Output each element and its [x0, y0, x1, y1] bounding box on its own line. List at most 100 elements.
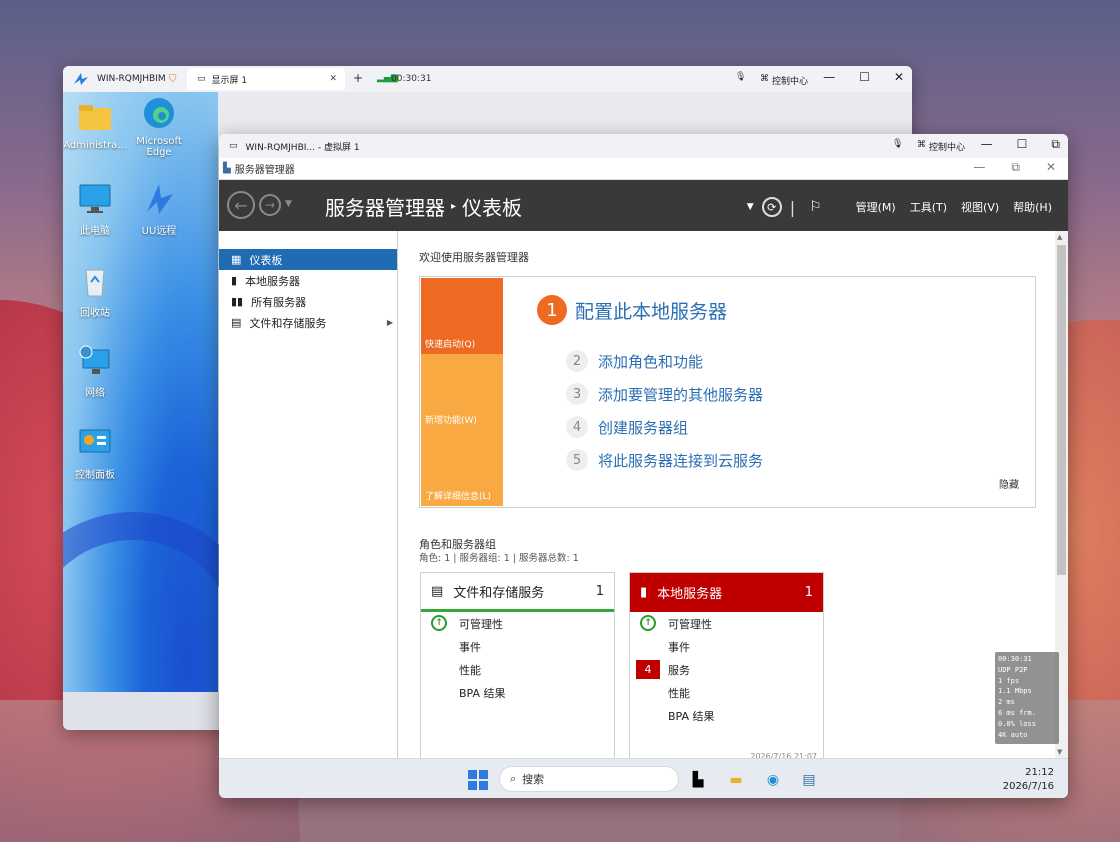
sidebar-item-local-server[interactable]: ▮ 本地服务器 — [219, 270, 397, 291]
task-view-icon[interactable]: ▙ — [687, 769, 709, 791]
step-link[interactable]: 添加要管理的其他服务器 — [598, 384, 763, 405]
role-card-count: 1 — [804, 585, 813, 600]
row-bpa[interactable]: BPA 结果 — [630, 704, 823, 727]
inner-window-title: WIN-RQMJHBI... - 虚拟屏 1 — [245, 142, 360, 153]
back-arrow-icon[interactable]: ← — [227, 191, 255, 219]
desktop-icon-control-panel[interactable]: 控制面板 — [63, 426, 127, 481]
sidebar-item-file-storage[interactable]: ▤ 文件和存储服务 ▶ — [219, 312, 397, 333]
step-link[interactable]: 添加角色和功能 — [598, 351, 703, 372]
mic-muted-icon[interactable]: 🎙︎ — [735, 72, 746, 82]
scrollbar-thumb[interactable] — [1057, 245, 1066, 575]
step-link[interactable]: 创建服务器组 — [598, 417, 688, 438]
add-tab-button[interactable]: + — [353, 71, 363, 85]
menu-tools[interactable]: 工具(T) — [910, 199, 947, 215]
history-dropdown-icon[interactable]: ▼ — [285, 199, 292, 209]
server-manager-taskbar-icon[interactable]: ▤ — [798, 769, 820, 791]
monitor-icon: ▭ — [229, 141, 238, 151]
stat-line: 6 ms frm. — [998, 708, 1036, 717]
desktop-icon-admin-folder[interactable]: Administra... — [63, 100, 127, 151]
dashboard-icon: ▦ — [231, 253, 242, 266]
step-connect-cloud[interactable]: 5 将此服务器连接到云服务 — [566, 449, 763, 471]
edge-icon[interactable]: ◉ — [762, 769, 784, 791]
sm-close-button[interactable]: ✕ — [1046, 160, 1056, 175]
step-link[interactable]: 将此服务器连接到云服务 — [598, 450, 763, 471]
step-add-servers[interactable]: 3 添加要管理的其他服务器 — [566, 383, 763, 405]
step-number: 4 — [566, 416, 588, 438]
file-explorer-icon[interactable]: ▬ — [725, 769, 747, 791]
desktop-icon-network[interactable]: 网络 — [63, 344, 127, 399]
role-card-file-storage[interactable]: ▤ 文件和存储服务 1 ↑ 可管理性 事件 性能 BPA 结果 — [420, 572, 615, 762]
computer-icon — [79, 184, 111, 213]
desktop-icon-edge[interactable]: Microsoft Edge — [127, 96, 191, 158]
row-performance[interactable]: 性能 — [421, 658, 614, 681]
breadcrumb: 服务器管理器 ▸ 仪表板 — [325, 192, 522, 221]
notification-flag-icon[interactable]: ⚐ — [809, 199, 822, 215]
control-center-button[interactable]: ⌘ 控制中心 — [917, 140, 965, 153]
mic-muted-icon[interactable]: 🎙︎ — [892, 139, 903, 149]
minimize-button[interactable]: — — [981, 137, 993, 152]
maximize-button[interactable]: ☐ — [859, 70, 870, 84]
control-center-button[interactable]: ⌘ 控制中心 — [760, 74, 808, 87]
menu-help[interactable]: 帮助(H) — [1013, 199, 1052, 215]
close-button[interactable]: ✕ — [894, 70, 904, 84]
step-number: 5 — [566, 449, 588, 471]
restore-button[interactable]: ⧉ — [1051, 137, 1060, 152]
start-button[interactable] — [468, 770, 488, 790]
tile-learn-more[interactable]: 了解详细信息(L) — [421, 430, 503, 506]
expand-arrow-icon[interactable]: ▶ — [387, 318, 393, 327]
row-manageability[interactable]: ↑ 可管理性 — [421, 612, 614, 635]
row-performance[interactable]: 性能 — [630, 681, 823, 704]
forward-arrow-icon[interactable]: → — [259, 194, 281, 216]
tile-whats-new[interactable]: 新增功能(W) — [421, 354, 503, 430]
outer-title-bar: WIN-RQMJHBIM ⛉ ▭ 显示屏 1 ✕ + ▂▄▆ 00:30:31 … — [63, 66, 912, 92]
sidebar-item-all-servers[interactable]: ▮▮ 所有服务器 — [219, 291, 397, 312]
desktop-icon-label: 此电脑 — [80, 226, 110, 237]
scroll-down-icon[interactable]: ▼ — [1057, 748, 1062, 756]
separator: | — [789, 197, 796, 217]
close-tab-icon[interactable]: ✕ — [329, 74, 337, 84]
row-manageability[interactable]: ↑ 可管理性 — [630, 612, 823, 635]
refresh-icon[interactable]: ⟳ — [761, 197, 782, 217]
desktop-icon-label: Administra... — [63, 140, 127, 151]
scroll-up-icon[interactable]: ▲ — [1057, 233, 1062, 241]
servers-icon: ▮▮ — [231, 295, 244, 308]
session-timer: 00:30:31 — [391, 74, 432, 84]
desktop-icon-uu-remote[interactable]: UU远程 — [127, 182, 191, 237]
tab-display-1[interactable]: ▭ 显示屏 1 ✕ — [187, 68, 345, 90]
sm-restore-button[interactable]: ⧉ — [1011, 160, 1020, 175]
step-link[interactable]: 配置此本地服务器 — [575, 297, 727, 324]
menu-manage[interactable]: 管理(M) — [856, 199, 896, 215]
role-card-header[interactable]: ▮ 本地服务器 1 — [630, 573, 823, 612]
sm-minimize-button[interactable]: — — [973, 160, 985, 175]
row-label: BPA 结果 — [459, 686, 506, 700]
step-create-group[interactable]: 4 创建服务器组 — [566, 416, 688, 438]
desktop-icon-label: Microsoft Edge — [136, 136, 182, 158]
role-card-local-server[interactable]: ▮ 本地服务器 1 ↑ 可管理性 事件 4 服务 性能 BPA 结果 2026/… — [629, 572, 824, 762]
system-clock[interactable]: 21:12 2026/7/16 — [1003, 766, 1054, 794]
breadcrumb-root[interactable]: 服务器管理器 — [325, 192, 445, 221]
row-bpa[interactable]: BPA 结果 — [421, 681, 614, 704]
stat-line: 1 fps — [998, 676, 1020, 685]
desktop-icon-label: 网络 — [85, 388, 105, 399]
desktop-icon-recycle-bin[interactable]: 回收站 — [63, 264, 127, 319]
desktop-icon-this-pc[interactable]: 此电脑 — [63, 182, 127, 237]
row-services[interactable]: 4 服务 — [630, 658, 823, 681]
maximize-button[interactable]: ☐ — [1017, 137, 1028, 152]
app-logo-icon — [74, 73, 88, 85]
hide-link[interactable]: 隐藏 — [999, 476, 1019, 491]
minimize-button[interactable]: — — [823, 70, 835, 84]
step-configure-local-server[interactable]: 1 配置此本地服务器 — [537, 295, 727, 325]
menu-view[interactable]: 视图(V) — [961, 199, 999, 215]
row-events[interactable]: 事件 — [421, 635, 614, 658]
sidebar-item-dashboard[interactable]: ▦ 仪表板 — [219, 249, 397, 270]
tile-quick-start[interactable]: 快速启动(Q) — [421, 278, 503, 354]
dropdown-icon[interactable]: ▼ — [747, 202, 754, 212]
welcome-title: 欢迎使用服务器管理器 — [419, 251, 529, 264]
window-controls: — ☐ ✕ — [823, 70, 904, 84]
step-add-roles[interactable]: 2 添加角色和功能 — [566, 350, 703, 372]
server-icon: ▮ — [640, 585, 648, 600]
row-events[interactable]: 事件 — [630, 635, 823, 658]
taskbar-search[interactable]: ⌕ 搜索 — [499, 766, 679, 792]
storage-icon: ▤ — [431, 583, 444, 599]
role-card-header[interactable]: ▤ 文件和存储服务 1 — [421, 573, 614, 612]
